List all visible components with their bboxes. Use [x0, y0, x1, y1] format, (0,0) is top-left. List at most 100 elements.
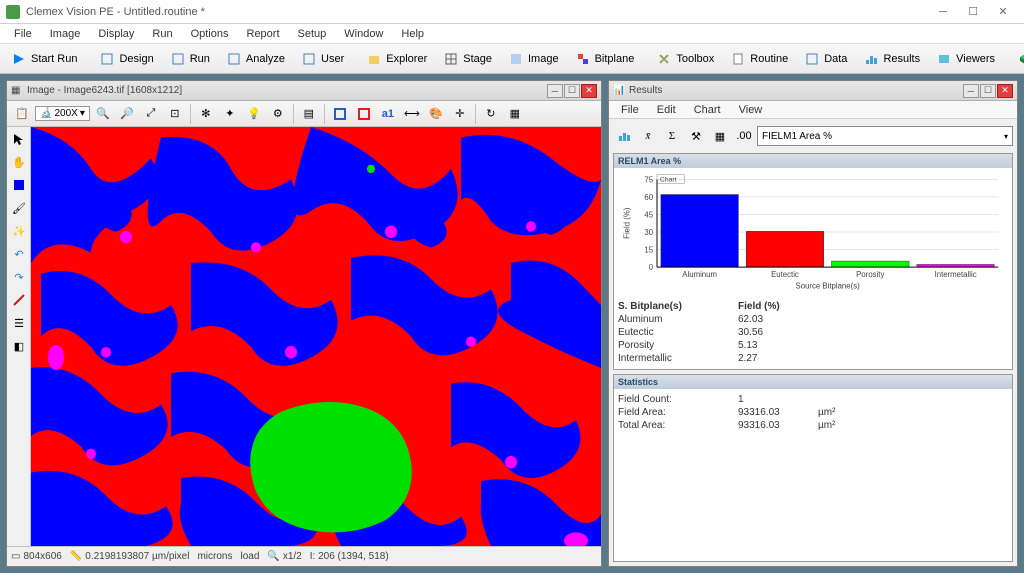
user-button[interactable]: User	[294, 47, 351, 71]
image-panel-max[interactable]: ☐	[564, 84, 580, 98]
decimal-icon[interactable]: .00	[733, 125, 755, 147]
start-run-button[interactable]: Start Run	[4, 47, 84, 71]
results-menu-chart[interactable]: Chart	[686, 102, 729, 118]
table-row: Intermetallic2.27	[618, 352, 1008, 365]
results-menu-file[interactable]: File	[613, 102, 647, 118]
image-icon	[508, 51, 524, 67]
fill-blue-icon[interactable]	[9, 175, 29, 195]
grid-icon[interactable]: ▦	[709, 125, 731, 147]
toolbox-button[interactable]: Toolbox	[649, 47, 721, 71]
menu-run[interactable]: Run	[144, 26, 180, 42]
app-window: Clemex Vision PE - Untitled.routine * ─ …	[0, 0, 1024, 573]
palette-icon[interactable]: 🎨	[425, 103, 447, 125]
menu-window[interactable]: Window	[336, 26, 391, 42]
menu-help[interactable]: Help	[393, 26, 432, 42]
pointer-tool-icon[interactable]	[9, 129, 29, 149]
play-icon	[11, 51, 27, 67]
undo-icon[interactable]: ↶	[9, 244, 29, 264]
zoom-icon: 🔍	[267, 551, 279, 562]
menu-image[interactable]: Image	[42, 26, 89, 42]
svg-text:45: 45	[644, 210, 653, 219]
status-dims: ▭804x606	[11, 551, 62, 562]
data-icon	[804, 51, 820, 67]
image-canvas[interactable]	[31, 127, 601, 546]
image-panel-title: Image - Image6243.tif [1608x1212]	[27, 85, 182, 96]
menu-options[interactable]: Options	[183, 26, 237, 42]
chart-icon[interactable]	[613, 125, 635, 147]
image-panel-min[interactable]: ─	[547, 84, 563, 98]
results-button[interactable]: Results	[856, 47, 927, 71]
design-button[interactable]: Design	[92, 47, 160, 71]
brush-tool-icon[interactable]: 🖌	[9, 198, 29, 218]
results-panel-title: Results	[629, 85, 662, 96]
menu-report[interactable]: Report	[239, 26, 288, 42]
result-field-combo[interactable]: FIELM1 Area % ▾	[757, 126, 1013, 146]
3d-model-button[interactable]: 3D Model	[1010, 47, 1024, 71]
viewers-button[interactable]: Viewers	[929, 47, 1002, 71]
bar-chart: 01530456075ChartAluminumEutecticPorosity…	[618, 172, 1008, 292]
analyze-icon	[226, 51, 242, 67]
run-button[interactable]: Run	[163, 47, 217, 71]
layers-icon[interactable]: ▤	[298, 103, 320, 125]
magnification-combo[interactable]: 🔬 200X ▾	[35, 106, 90, 121]
misc-tool-icon[interactable]: ◧	[9, 336, 29, 356]
svg-text:30: 30	[644, 228, 653, 237]
text-annotation-icon[interactable]: a1	[377, 103, 399, 125]
stage-icon	[443, 51, 459, 67]
rect-blue-icon[interactable]	[329, 103, 351, 125]
bitplane-button[interactable]: Bitplane	[568, 47, 642, 71]
refresh-icon[interactable]: ↻	[480, 103, 502, 125]
svg-text:Field (%): Field (%)	[623, 207, 632, 239]
svg-text:Source Bitplane(s): Source Bitplane(s)	[796, 282, 861, 291]
menu-display[interactable]: Display	[90, 26, 142, 42]
image-panel-close[interactable]: ✕	[581, 84, 597, 98]
explorer-button[interactable]: Explorer	[359, 47, 434, 71]
image-button[interactable]: Image	[501, 47, 566, 71]
ruler-h-icon[interactable]: ⟷	[401, 103, 423, 125]
data-table: S. Bitplane(s) Field (%) Aluminum62.03Eu…	[614, 296, 1012, 369]
data-button[interactable]: Data	[797, 47, 854, 71]
sum-icon[interactable]: Σ	[661, 125, 683, 147]
results-panel-min[interactable]: ─	[963, 84, 979, 98]
maximize-button[interactable]: ☐	[958, 2, 988, 22]
mean-icon[interactable]: x̄	[637, 125, 659, 147]
stage-button[interactable]: Stage	[436, 47, 499, 71]
table-row: Aluminum62.03	[618, 313, 1008, 326]
star-icon[interactable]: ✻	[195, 103, 217, 125]
image-panel: ▦ Image - Image6243.tif [1608x1212] ─ ☐ …	[6, 80, 602, 567]
wand-tool-icon[interactable]: ✨	[9, 221, 29, 241]
zoom-fit-icon[interactable]: ⤢	[140, 103, 162, 125]
clipboard-icon[interactable]: 📋	[11, 103, 33, 125]
gear-icon[interactable]: ⚙	[267, 103, 289, 125]
stats-title: Statistics	[614, 375, 1012, 389]
zoom-in-icon[interactable]: 🔍	[92, 103, 114, 125]
sparkle-icon[interactable]: ✦	[219, 103, 241, 125]
bars-tool-icon[interactable]: ☰	[9, 313, 29, 333]
close-button[interactable]: ✕	[988, 2, 1018, 22]
results-panel-max[interactable]: ☐	[980, 84, 996, 98]
menu-setup[interactable]: Setup	[290, 26, 335, 42]
svg-text:0: 0	[649, 263, 654, 272]
rect-red-icon[interactable]	[353, 103, 375, 125]
grid-icon[interactable]: ▦	[504, 103, 526, 125]
svg-text:Eutectic: Eutectic	[771, 270, 799, 279]
results-menu-edit[interactable]: Edit	[649, 102, 684, 118]
results-menu-view[interactable]: View	[731, 102, 771, 118]
zoom-out-icon[interactable]: 🔎	[116, 103, 138, 125]
image-side-tools: ✋ 🖌 ✨ ↶ ↷ ☰ ◧	[7, 127, 31, 546]
hand-tool-icon[interactable]: ✋	[9, 152, 29, 172]
redo-icon[interactable]: ↷	[9, 267, 29, 287]
analyze-button[interactable]: Analyze	[219, 47, 292, 71]
image-panel-titlebar: ▦ Image - Image6243.tif [1608x1212] ─ ☐ …	[7, 81, 601, 101]
results-menubar: File Edit Chart View	[609, 101, 1017, 119]
results-panel-close[interactable]: ✕	[997, 84, 1013, 98]
chart-title: RELM1 Area %	[614, 154, 1012, 168]
line-tool-icon[interactable]	[9, 290, 29, 310]
hammer-icon[interactable]: ⚒	[685, 125, 707, 147]
minimize-button[interactable]: ─	[928, 2, 958, 22]
menu-file[interactable]: File	[6, 26, 40, 42]
zoom-100-icon[interactable]: ⊡	[164, 103, 186, 125]
routine-button[interactable]: Routine	[723, 47, 795, 71]
target-icon[interactable]: ✛	[449, 103, 471, 125]
bulb-icon[interactable]: 💡	[243, 103, 265, 125]
